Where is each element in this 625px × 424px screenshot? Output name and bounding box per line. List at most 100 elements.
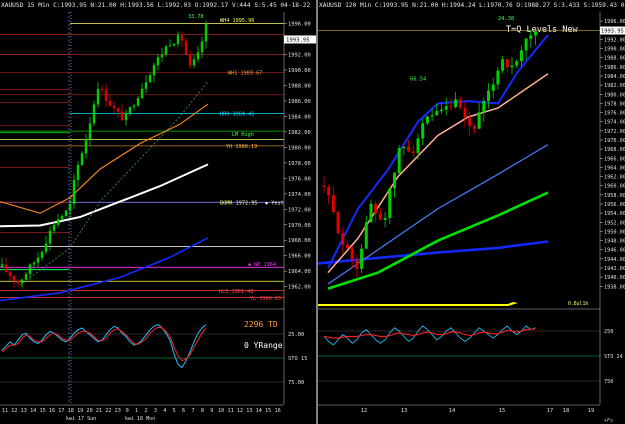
- time-axis-label: 18: [563, 408, 570, 414]
- candle-body: [374, 203, 378, 214]
- candle-body: [200, 41, 204, 53]
- candle-body: [491, 84, 495, 91]
- candle-body: [388, 188, 392, 219]
- time-axis-label: 2: [144, 408, 147, 414]
- price-axis-label: 1974.00: [288, 192, 311, 198]
- time-axis-label: 5: [173, 408, 176, 414]
- time-axis-label: 20: [86, 408, 92, 414]
- time-axis-label: 13: [21, 408, 27, 414]
- candle-body: [463, 107, 467, 118]
- candle-label-mid: 66.54: [410, 77, 426, 83]
- candle-body: [24, 274, 28, 280]
- price-axis-label: 1970.00: [288, 223, 311, 229]
- osc-value-label: 2296 TD: [244, 320, 278, 329]
- price-axis-label: 1966.00: [288, 254, 311, 260]
- price-axis-label: 1962.00: [604, 175, 625, 181]
- time-axis-label: 17: [58, 408, 64, 414]
- candle-body: [56, 219, 60, 225]
- candle-body: [112, 105, 116, 109]
- price-axis-label: 1990.00: [288, 68, 311, 74]
- candle-body: [80, 153, 84, 165]
- candle-body: [519, 50, 523, 62]
- price-axis-label: 1986.00: [604, 65, 625, 71]
- candle-body: [120, 111, 124, 121]
- osc-axis-label: 25.00: [288, 332, 304, 338]
- candle-body: [92, 104, 96, 124]
- candle-body: [364, 222, 368, 249]
- time-axis-label: 22: [105, 408, 111, 414]
- candle-label-top: 24.30: [498, 16, 514, 22]
- candle-body: [327, 187, 331, 196]
- time-axis-label: 11: [2, 408, 8, 414]
- candle-body: [336, 212, 340, 234]
- day-label: kwi 17 Sun: [66, 416, 96, 422]
- price-axis-label: 1954.00: [604, 211, 625, 217]
- price-box-label: 1993.95: [286, 37, 310, 43]
- candle-body: [16, 280, 20, 284]
- level-label-hl3: HL3 1961.48: [219, 289, 253, 295]
- time-axis-label: 10: [218, 408, 224, 414]
- candle-body: [152, 65, 156, 76]
- price-axis-label: 1944.00: [604, 257, 625, 263]
- candle-body: [20, 279, 24, 284]
- price-axis-label: 1962.00: [288, 285, 311, 291]
- time-axis-label: 21: [96, 408, 102, 414]
- time-axis-label: 16: [274, 408, 280, 414]
- candle-body: [28, 264, 32, 275]
- osc-range-label: 0 YRange: [244, 341, 283, 350]
- candle-body: [100, 89, 104, 91]
- time-axis-label: 12: [361, 408, 368, 414]
- time-axis-label: 7: [191, 408, 194, 414]
- price-axis-label: 1966.00: [604, 156, 625, 162]
- level-label-wh4: WH4 1995.96: [220, 18, 254, 24]
- candle-body: [393, 173, 396, 189]
- right-chart-canvas[interactable]: T=Q Levels New 24.30 66.54 0.8ul1h 1996.00 19…: [318, 0, 625, 424]
- osc-axis-label: 75.00: [288, 380, 304, 386]
- price-axis-label: 1982.00: [288, 130, 311, 136]
- candle-body: [184, 40, 188, 55]
- day-label: kwi 18 Mon: [125, 416, 155, 422]
- candle-body: [425, 116, 429, 124]
- osc-axis-label: 750: [604, 379, 613, 385]
- price-axis-label: 1940.00: [604, 275, 625, 281]
- candle-body: [341, 233, 345, 245]
- candle-body: [421, 123, 425, 139]
- level-label-peak: 33.78: [188, 14, 204, 20]
- price-axis-label: 1972.00: [604, 129, 625, 135]
- ma-line-white: [0, 163, 209, 228]
- time-axis-label: 14: [256, 408, 262, 414]
- candle-body: [482, 100, 486, 113]
- time-axis-label: 9: [210, 408, 213, 414]
- time-axis-label: 4: [163, 408, 166, 414]
- level-label-yl: YL 1960.65: [250, 296, 281, 302]
- price-axis-label: 1980.00: [604, 92, 625, 98]
- candle-body: [407, 146, 411, 152]
- candle-body: [360, 248, 364, 269]
- osc-axis-label: 250: [604, 329, 613, 335]
- candle-body: [440, 109, 443, 112]
- price-axis-label: 1960.00: [604, 184, 625, 190]
- candle-body: [472, 125, 476, 129]
- candle-body: [196, 52, 200, 60]
- left-chart-panel[interactable]: XAUUSD 15 Min C:1993.95 N:21.00 H:1993.5…: [0, 0, 316, 424]
- candle-body: [458, 99, 462, 108]
- price-axis-label: 1942.00: [604, 266, 625, 272]
- price-axis-label: 1996.00: [604, 19, 625, 25]
- candle-body: [322, 185, 326, 188]
- candle-body: [4, 264, 8, 272]
- candle-body: [204, 23, 208, 42]
- candle-body: [64, 210, 68, 217]
- left-chart-canvas[interactable]: WH4 1995.96 WH1 1989.67 HR0 1984.41 LM High…: [0, 0, 316, 424]
- price-axis-label: 1982.00: [604, 83, 625, 89]
- osc-axis-label: STO 24: [604, 354, 623, 360]
- right-chart-panel[interactable]: XAUUSD 120 Min C:1993.95 N:21.00 H:1994.…: [318, 0, 625, 424]
- candle-body: [350, 248, 354, 260]
- candle-body: [529, 35, 533, 39]
- price-axis-label: 1970.00: [604, 138, 625, 144]
- chart-title: T=Q Levels New: [506, 25, 579, 35]
- candle-body: [104, 89, 108, 101]
- candle-body: [510, 65, 514, 68]
- time-axis-label: 12: [11, 408, 17, 414]
- price-axis-label: 1980.00: [288, 145, 311, 151]
- candle-body: [534, 31, 537, 36]
